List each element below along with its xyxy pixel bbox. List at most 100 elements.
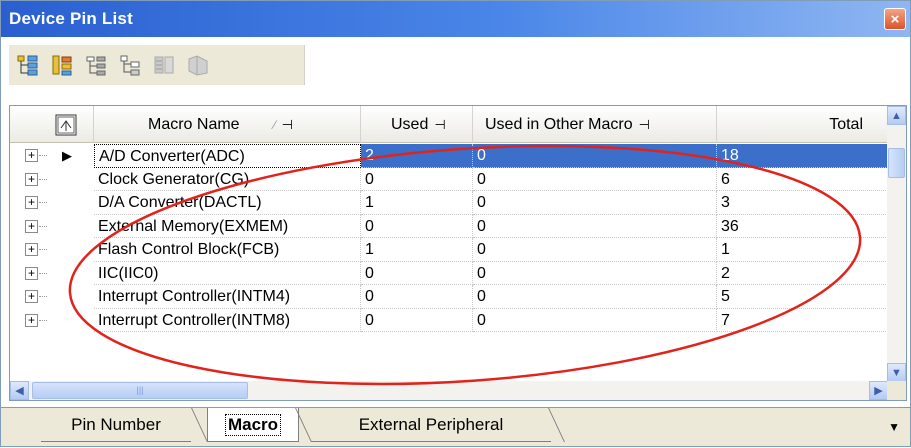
table-row[interactable]: + IIC(IIC0) 0 0 2 [10, 261, 888, 285]
tree-line [39, 296, 47, 297]
header-used[interactable]: Used ⊣ [361, 106, 473, 143]
scroll-up-button[interactable]: ▲ [887, 106, 906, 125]
scroll-corner [887, 381, 906, 400]
cell-total[interactable]: 7 [717, 308, 888, 332]
cell-name[interactable]: Interrupt Controller(INTM8) [94, 308, 361, 332]
cell-used[interactable]: 1 [361, 191, 473, 215]
cell-total[interactable]: 18 [717, 144, 888, 168]
table-row[interactable]: + Clock Generator(CG) 0 0 6 [10, 167, 888, 191]
expand-icon[interactable]: + [25, 266, 38, 280]
chevron-down-icon: ▼ [888, 420, 900, 434]
header-macro-name-label: Macro Name [148, 115, 240, 133]
cell-total[interactable]: 3 [717, 191, 888, 215]
expand-all-button[interactable] [15, 51, 41, 79]
vertical-scrollbar[interactable]: ▲ ▼ [887, 106, 906, 382]
pin-icon[interactable]: ⊣ [282, 117, 293, 133]
table-row[interactable]: + Flash Control Block(FCB) 1 0 1 [10, 238, 888, 262]
header-corner[interactable] [10, 106, 94, 143]
cell-used[interactable]: 0 [361, 308, 473, 332]
expand-icon[interactable]: + [25, 290, 38, 303]
cell-name[interactable]: Interrupt Controller(INTM4) [94, 285, 361, 309]
tab-macro[interactable]: Macro [207, 408, 299, 442]
tree-line [39, 178, 47, 180]
grip-icon: ||| [136, 385, 144, 395]
cell-name[interactable]: IIC(IIC0) [94, 261, 361, 285]
expand-icon[interactable]: + [25, 149, 38, 162]
header-used-in-other[interactable]: Used in Other Macro ⊣ [473, 106, 717, 143]
expand-icon[interactable]: + [25, 219, 38, 233]
cell-used[interactable]: 0 [361, 214, 473, 238]
expand-icon[interactable]: + [25, 313, 38, 327]
pin-icon[interactable]: ⊣ [434, 117, 445, 133]
cell-used-in-other[interactable]: 0 [473, 191, 717, 215]
cell-total[interactable]: 6 [717, 167, 888, 191]
sort-icon: ⁄ [273, 117, 276, 132]
collapse-all-button[interactable] [49, 51, 75, 79]
grid-header: Macro Name ⁄ ⊣ Used ⊣ Used in Other Macr… [10, 106, 888, 143]
cell-used-in-other[interactable]: 0 [473, 144, 717, 168]
table-row[interactable]: + D/A Converter(DACTL) 1 0 3 [10, 191, 888, 215]
pin-icon[interactable]: ⊣ [639, 117, 650, 133]
disabled-icon-2 [188, 55, 208, 76]
vertical-scroll-thumb[interactable] [888, 148, 905, 178]
scroll-left-button[interactable]: ◀ [10, 381, 29, 400]
collapse-all-icon [52, 55, 72, 76]
disabled-button-1[interactable] [151, 51, 177, 79]
cell-used-in-other[interactable]: 0 [473, 238, 717, 262]
tab-label: Pin Number [71, 414, 161, 434]
tab-divider [191, 408, 208, 442]
tree-line [39, 319, 47, 321]
tree-line [39, 249, 47, 250]
cell-used[interactable]: 0 [361, 261, 473, 285]
table-row[interactable]: + Interrupt Controller(INTM4) 0 0 5 [10, 285, 888, 309]
cell-name[interactable]: A/D Converter(ADC) [94, 144, 361, 168]
expand-icon[interactable]: + [25, 243, 38, 256]
tab-external-peripheral[interactable]: External Peripheral [311, 408, 551, 442]
table-row[interactable]: + External Memory(EXMEM) 0 0 36 [10, 214, 888, 238]
table-row[interactable]: + ▶ A/D Converter(ADC) 2 0 18 [10, 144, 888, 168]
scroll-down-button[interactable]: ▼ [887, 363, 906, 382]
expand-icon[interactable]: + [25, 196, 38, 209]
device-pin-list-window: Device Pin List × Macro Name ⁄ ⊣ Used ⊣ … [0, 0, 911, 447]
header-total-label: Total [829, 115, 863, 133]
cell-used[interactable]: 2 [361, 144, 473, 168]
chevron-down-icon: ▼ [891, 366, 902, 379]
cell-total[interactable]: 5 [717, 285, 888, 309]
tab-menu-button[interactable]: ▼ [888, 420, 900, 434]
tab-label: Macro [224, 413, 282, 436]
cell-used-in-other[interactable]: 0 [473, 261, 717, 285]
horizontal-scroll-thumb[interactable]: ||| [32, 382, 248, 399]
cell-used-in-other[interactable]: 0 [473, 308, 717, 332]
cell-used-in-other[interactable]: 0 [473, 167, 717, 191]
cell-total[interactable]: 36 [717, 214, 888, 238]
cell-total[interactable]: 2 [717, 261, 888, 285]
scroll-right-button[interactable]: ▶ [869, 381, 888, 400]
tree-line [39, 225, 47, 227]
cell-name[interactable]: D/A Converter(DACTL) [94, 191, 361, 215]
expand-all-icon [17, 55, 38, 76]
tree-view-button[interactable] [117, 51, 143, 79]
chevron-up-icon: ▲ [891, 109, 902, 122]
close-button[interactable]: × [884, 8, 906, 30]
cell-used-in-other[interactable]: 0 [473, 214, 717, 238]
horizontal-scrollbar[interactable]: ◀ ||| ▶ [10, 381, 888, 400]
table-row[interactable]: + Interrupt Controller(INTM8) 0 0 7 [10, 308, 888, 332]
expand-icon[interactable]: + [25, 172, 38, 186]
cell-used-in-other[interactable]: 0 [473, 285, 717, 309]
filter-button[interactable] [83, 51, 109, 79]
header-macro-name[interactable]: Macro Name ⁄ ⊣ [94, 106, 361, 143]
tab-bar: Pin Number Macro External Peripheral ▼ [1, 407, 910, 446]
cell-name[interactable]: Flash Control Block(FCB) [94, 238, 361, 262]
cell-used[interactable]: 0 [361, 167, 473, 191]
cell-used[interactable]: 1 [361, 238, 473, 262]
cell-name[interactable]: Clock Generator(CG) [94, 167, 361, 191]
cell-name[interactable]: External Memory(EXMEM) [94, 214, 361, 238]
tab-pin-number[interactable]: Pin Number [41, 408, 191, 442]
disabled-icon-1 [154, 56, 174, 74]
header-total[interactable]: Total [717, 106, 888, 143]
disabled-button-2[interactable] [185, 51, 211, 79]
header-used-label: Used [391, 115, 429, 133]
cell-used[interactable]: 0 [361, 285, 473, 309]
tree-view-icon [120, 55, 140, 76]
cell-total[interactable]: 1 [717, 238, 888, 262]
